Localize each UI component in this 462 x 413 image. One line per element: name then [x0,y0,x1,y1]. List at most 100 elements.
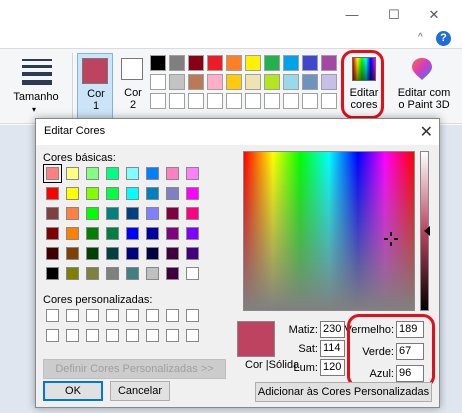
basic-color-swatch[interactable] [46,207,59,220]
custom-color-slot[interactable] [66,309,79,322]
basic-color-swatch[interactable] [146,187,159,200]
basic-color-swatch[interactable] [106,187,119,200]
basic-color-swatch[interactable] [66,227,79,240]
define-custom-colors-button[interactable]: Definir Cores Personalizadas >> [43,359,226,379]
basic-color-swatch[interactable] [146,227,159,240]
basic-color-swatch[interactable] [66,267,79,280]
basic-color-swatch[interactable] [166,267,179,280]
custom-color-slot[interactable] [86,329,99,342]
palette-color-swatch[interactable] [150,74,166,90]
palette-empty-slot[interactable] [169,93,185,109]
basic-color-swatch[interactable] [126,207,139,220]
palette-empty-slot[interactable] [321,93,337,109]
basic-color-swatch[interactable] [66,207,79,220]
basic-color-swatch[interactable] [86,207,99,220]
custom-color-slot[interactable] [126,329,139,342]
basic-color-swatch[interactable] [46,267,59,280]
custom-color-slot[interactable] [126,309,139,322]
palette-color-swatch[interactable] [283,74,299,90]
basic-color-swatch[interactable] [166,207,179,220]
basic-color-swatch[interactable] [126,267,139,280]
custom-color-slot[interactable] [166,329,179,342]
palette-color-swatch[interactable] [226,74,242,90]
custom-color-slot[interactable] [186,309,199,322]
basic-color-swatch[interactable] [66,167,79,180]
custom-color-slot[interactable] [146,329,159,342]
basic-color-swatch[interactable] [186,187,199,200]
basic-color-swatch[interactable] [186,207,199,220]
basic-color-swatch[interactable] [46,247,59,260]
palette-empty-slot[interactable] [150,93,166,109]
palette-color-swatch[interactable] [150,55,166,71]
basic-color-swatch[interactable] [86,167,99,180]
custom-color-slot[interactable] [106,329,119,342]
custom-color-slot[interactable] [86,309,99,322]
palette-empty-slot[interactable] [302,93,318,109]
palette-color-swatch[interactable] [188,55,204,71]
edit-with-paint3d-button[interactable]: Editar com o Paint 3D [386,51,462,119]
basic-color-swatch[interactable] [146,247,159,260]
basic-color-swatch[interactable] [166,167,179,180]
palette-color-swatch[interactable] [321,55,337,71]
palette-empty-slot[interactable] [188,93,204,109]
dialog-close-icon[interactable]: ✕ [420,122,433,142]
palette-color-swatch[interactable] [207,74,223,90]
basic-color-swatch[interactable] [166,247,179,260]
color1-button[interactable]: Cor 1 [77,53,113,119]
custom-color-slot[interactable] [66,329,79,342]
basic-color-swatch[interactable] [46,187,59,200]
minimize-button[interactable]: — [342,6,362,24]
basic-color-swatch[interactable] [106,247,119,260]
color2-button[interactable]: Cor 2 [118,53,148,119]
basic-color-swatch[interactable] [46,227,59,240]
basic-color-swatch[interactable] [66,247,79,260]
basic-color-swatch[interactable] [146,167,159,180]
collapse-ribbon-button[interactable]: ^ [418,32,423,43]
basic-color-swatch[interactable] [86,187,99,200]
custom-color-slot[interactable] [186,329,199,342]
palette-color-swatch[interactable] [302,74,318,90]
palette-color-swatch[interactable] [302,55,318,71]
basic-color-swatch[interactable] [146,207,159,220]
basic-color-swatch[interactable] [66,187,79,200]
luminosity-arrow-icon[interactable] [424,226,430,236]
palette-empty-slot[interactable] [207,93,223,109]
basic-color-swatch[interactable] [86,247,99,260]
basic-color-swatch[interactable] [106,167,119,180]
color-spectrum[interactable] [243,151,415,311]
size-button[interactable]: Tamanho ▾ [6,53,66,119]
basic-color-swatch[interactable] [186,227,199,240]
palette-color-swatch[interactable] [207,55,223,71]
palette-empty-slot[interactable] [283,93,299,109]
basic-color-swatch[interactable] [186,267,199,280]
basic-color-swatch[interactable] [166,187,179,200]
palette-color-swatch[interactable] [188,74,204,90]
custom-color-slot[interactable] [166,309,179,322]
palette-color-swatch[interactable] [245,74,261,90]
basic-color-swatch[interactable] [43,164,62,183]
palette-empty-slot[interactable] [264,93,280,109]
basic-color-swatch[interactable] [186,167,199,180]
lum-input[interactable]: 120 [320,359,345,376]
help-icon[interactable]: ? [436,31,451,46]
sat-input[interactable]: 114 [320,340,345,357]
cancel-button[interactable]: Cancelar [110,381,170,401]
palette-color-swatch[interactable] [283,55,299,71]
basic-color-swatch[interactable] [166,227,179,240]
palette-color-swatch[interactable] [321,74,337,90]
palette-color-swatch[interactable] [226,55,242,71]
palette-color-swatch[interactable] [264,74,280,90]
palette-color-swatch[interactable] [245,55,261,71]
basic-color-swatch[interactable] [86,267,99,280]
add-to-custom-colors-button[interactable]: Adicionar às Cores Personalizadas [255,382,432,402]
palette-empty-slot[interactable] [245,93,261,109]
palette-color-swatch[interactable] [264,55,280,71]
basic-color-swatch[interactable] [86,227,99,240]
palette-color-swatch[interactable] [169,74,185,90]
basic-color-swatch[interactable] [146,267,159,280]
custom-color-slot[interactable] [146,309,159,322]
basic-color-swatch[interactable] [126,247,139,260]
custom-color-slot[interactable] [106,309,119,322]
maximize-button[interactable]: ☐ [384,6,404,24]
palette-empty-slot[interactable] [226,93,242,109]
